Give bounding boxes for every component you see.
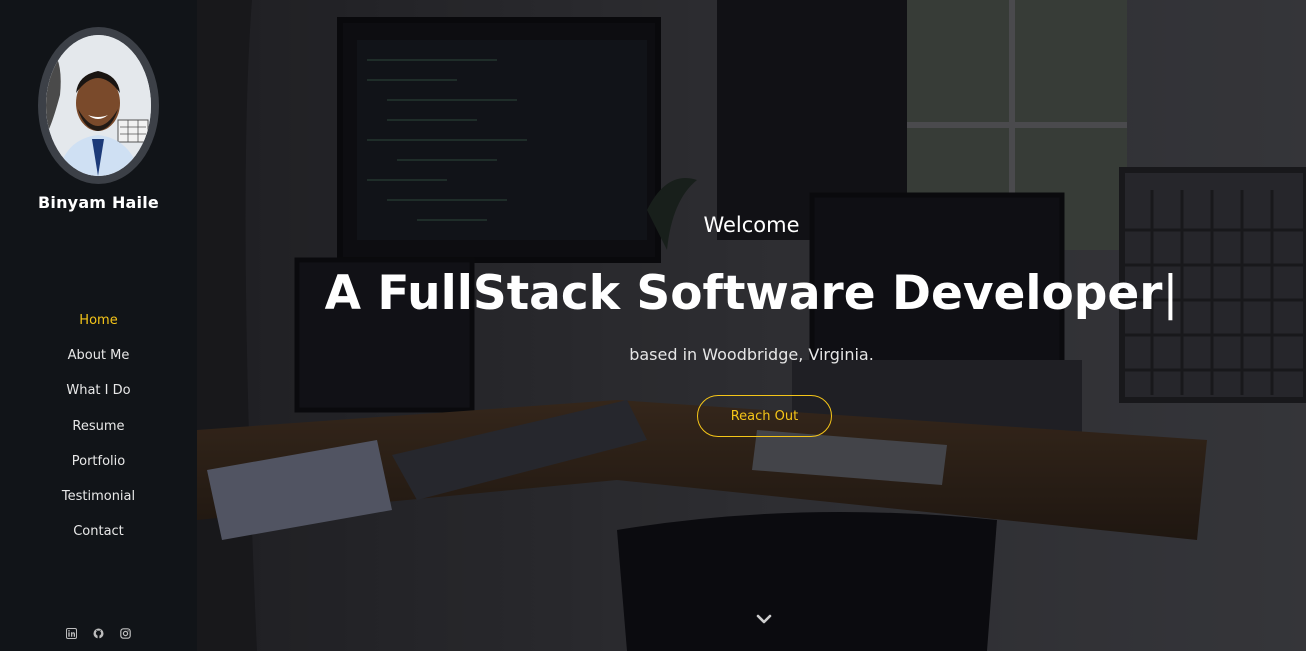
avatar-photo [46,35,151,176]
nav-item-home[interactable]: Home [79,303,117,338]
nav-item-contact[interactable]: Contact [73,514,124,549]
nav-item-testimonial[interactable]: Testimonial [62,479,135,514]
instagram-icon[interactable] [120,626,131,639]
nav-item-resume[interactable]: Resume [72,409,124,444]
typing-cursor: | [1162,266,1179,321]
avatar [38,27,159,184]
social-links [0,626,197,639]
headline-text: A FullStack Software Developer [324,266,1163,321]
hero-overlay [197,0,1306,651]
nav-item-what-i-do[interactable]: What I Do [66,373,130,408]
linkedin-icon[interactable] [66,626,77,639]
reach-out-button[interactable]: Reach Out [697,395,832,437]
sidebar: Binyam Haile Home About Me What I Do Res… [0,0,197,651]
hero-headline: A FullStack Software Developer| [197,266,1306,321]
nav-item-portfolio[interactable]: Portfolio [72,444,125,479]
profile-name: Binyam Haile [38,193,159,212]
nav-item-about-me[interactable]: About Me [68,338,130,373]
welcome-text: Welcome [703,213,800,237]
location-text: based in Woodbridge, Virginia. [629,345,874,364]
main-nav: Home About Me What I Do Resume Portfolio… [62,303,135,549]
hero-section: Welcome A FullStack Software Developer| … [197,0,1306,651]
github-icon[interactable] [93,626,104,639]
chevron-down-icon[interactable] [756,612,772,624]
